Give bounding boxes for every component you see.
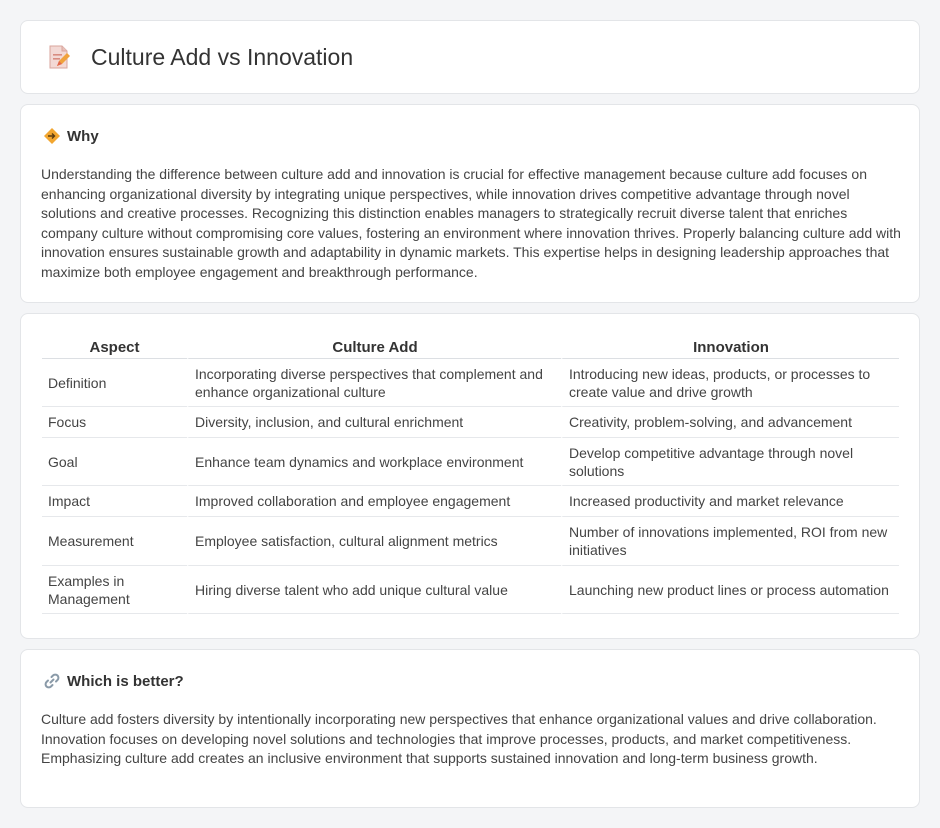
document-pencil-icon <box>49 45 70 69</box>
table-row: Focus Diversity, inclusion, and cultural… <box>42 407 899 438</box>
why-title: Why <box>67 127 99 145</box>
table-row: Definition Incorporating diverse perspec… <box>42 359 899 407</box>
culture-add-cell: Improved collaboration and employee enga… <box>187 486 561 517</box>
aspect-cell: Definition <box>42 359 187 407</box>
why-section: Why Understanding the difference between… <box>20 104 920 303</box>
diamond-arrows-icon <box>44 128 60 144</box>
culture-add-cell: Enhance team dynamics and workplace envi… <box>187 438 561 486</box>
better-title: Which is better? <box>67 672 184 690</box>
table-row: Examples in Management Hiring diverse ta… <box>42 566 899 614</box>
aspect-cell: Impact <box>42 486 187 517</box>
better-text: Culture add fosters diversity by intenti… <box>41 711 877 766</box>
header-aspect: Aspect <box>42 335 187 359</box>
aspect-cell: Examples in Management <box>42 566 187 614</box>
innovation-cell: Increased productivity and market releva… <box>561 486 899 517</box>
why-text: Understanding the difference between cul… <box>41 166 901 280</box>
aspect-cell: Measurement <box>42 517 187 566</box>
innovation-cell: Number of innovations implemented, ROI f… <box>561 517 899 566</box>
which-is-better-section: Which is better? Culture add fosters div… <box>20 649 920 808</box>
comparison-table: Aspect Culture Add Innovation Definition… <box>42 335 899 614</box>
innovation-cell: Creativity, problem-solving, and advance… <box>561 407 899 438</box>
header-innovation: Innovation <box>561 335 899 359</box>
header-culture-add: Culture Add <box>187 335 561 359</box>
culture-add-cell: Incorporating diverse perspectives that … <box>187 359 561 407</box>
table-header-row: Aspect Culture Add Innovation <box>42 335 899 359</box>
table-row: Goal Enhance team dynamics and workplace… <box>42 438 899 486</box>
link-icon <box>44 673 60 689</box>
culture-add-cell: Diversity, inclusion, and cultural enric… <box>187 407 561 438</box>
page-title: Culture Add vs Innovation <box>91 43 354 70</box>
innovation-cell: Launching new product lines or process a… <box>561 566 899 614</box>
culture-add-cell: Employee satisfaction, cultural alignmen… <box>187 517 561 566</box>
innovation-cell: Develop competitive advantage through no… <box>561 438 899 486</box>
header-card: Culture Add vs Innovation <box>20 20 920 94</box>
table-row: Measurement Employee satisfaction, cultu… <box>42 517 899 566</box>
culture-add-cell: Hiring diverse talent who add unique cul… <box>187 566 561 614</box>
aspect-cell: Focus <box>42 407 187 438</box>
innovation-cell: Introducing new ideas, products, or proc… <box>561 359 899 407</box>
table-row: Impact Improved collaboration and employ… <box>42 486 899 517</box>
comparison-table-card: Aspect Culture Add Innovation Definition… <box>20 313 920 639</box>
aspect-cell: Goal <box>42 438 187 486</box>
